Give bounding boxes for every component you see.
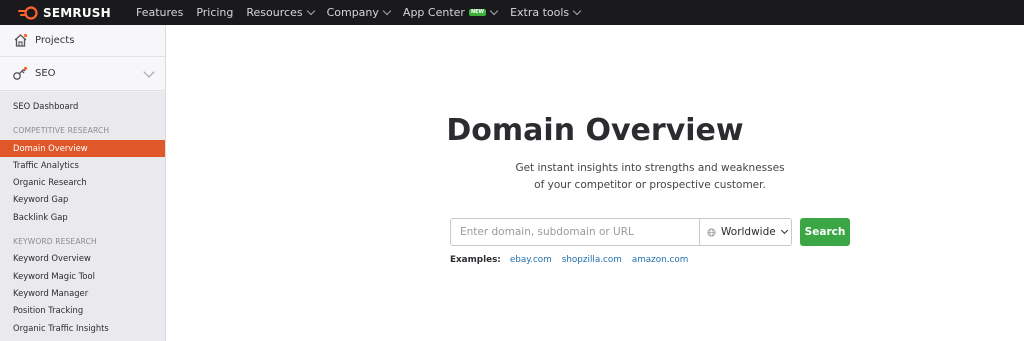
menu-item-keyword-manager[interactable]: Keyword Manager (0, 285, 165, 302)
top-navigation: SEMRUSH Features Pricing Resources Compa… (0, 0, 1024, 25)
chevron-down-icon (489, 6, 499, 15)
search-button[interactable]: Search (800, 218, 850, 246)
menu-item-keyword-overview[interactable]: Keyword Overview (0, 250, 165, 267)
menu-item-organic-traffic-insights[interactable]: Organic Traffic Insights (0, 320, 165, 337)
nav-features[interactable]: Features (136, 6, 183, 19)
main-content: Domain Overview Get instant insights int… (166, 25, 1024, 341)
page-subtitle: Get instant insights into strengths and … (466, 160, 834, 193)
sidebar-item-label: SEO (35, 68, 56, 79)
sidebar: Projects SEO SEO Dashboard COMPETITIVE R… (0, 25, 166, 341)
menu-item-backlink-gap[interactable]: Backlink Gap (0, 209, 165, 226)
chevron-down-icon[interactable] (143, 65, 155, 78)
menu-item-keyword-gap[interactable]: Keyword Gap (0, 191, 165, 208)
nav-company[interactable]: Company (327, 6, 392, 19)
semrush-flame-icon (18, 5, 38, 20)
menu-item-organic-research[interactable]: Organic Research (0, 174, 165, 191)
seo-icon (12, 66, 28, 82)
new-badge: NEW (468, 9, 487, 16)
chevron-down-icon (572, 6, 582, 15)
chevron-down-icon (382, 6, 392, 15)
nav-app-center[interactable]: App Center NEW (403, 6, 499, 19)
examples-label: Examples: (450, 255, 501, 265)
nav-extra-tools[interactable]: Extra tools (510, 6, 582, 19)
example-link[interactable]: amazon.com (632, 255, 689, 265)
domain-search-form: Enter domain, subdomain or URL Worldwide… (450, 218, 850, 246)
chevron-down-icon (780, 226, 788, 235)
semrush-logo[interactable]: SEMRUSH (18, 6, 124, 20)
sidebar-item-label: Projects (35, 35, 75, 46)
section-heading-keyword-research: KEYWORD RESEARCH (13, 237, 97, 247)
example-link[interactable]: shopzilla.com (562, 255, 622, 265)
menu-item-position-tracking[interactable]: Position Tracking (0, 302, 165, 319)
globe-icon (707, 227, 716, 237)
nav-pricing[interactable]: Pricing (196, 6, 233, 19)
examples-row: Examples: ebay.com shopzilla.com amazon.… (450, 255, 698, 265)
sidebar-item-seo[interactable]: SEO (0, 57, 165, 91)
domain-search-input[interactable]: Enter domain, subdomain or URL (450, 218, 699, 246)
chevron-down-icon (306, 6, 315, 15)
subtitle-line: of your competitor or prospective custom… (534, 178, 766, 191)
nav-resources[interactable]: Resources (246, 6, 315, 19)
menu-item-keyword-magic-tool[interactable]: Keyword Magic Tool (0, 268, 165, 285)
subtitle-line: Get instant insights into strengths and … (515, 162, 785, 174)
menu-item-traffic-analytics[interactable]: Traffic Analytics (0, 157, 165, 174)
brand-name: SEMRUSH (43, 5, 111, 20)
page-title: Domain Overview (446, 113, 744, 148)
region-select-value: Worldwide (721, 226, 776, 238)
example-link[interactable]: ebay.com (510, 255, 552, 265)
sidebar-item-projects[interactable]: Projects (0, 25, 165, 57)
region-select[interactable]: Worldwide (699, 218, 792, 246)
home-icon (12, 33, 28, 49)
